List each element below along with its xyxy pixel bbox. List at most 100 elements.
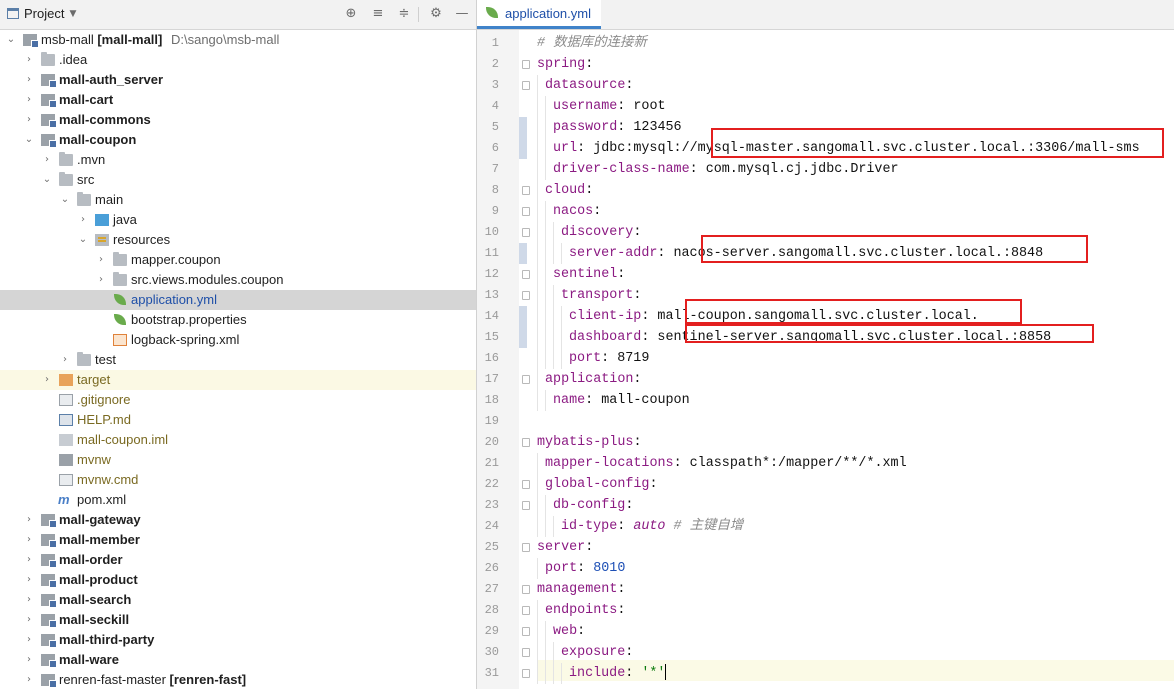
chevron-right-icon[interactable]: › [76, 210, 90, 230]
code-line[interactable]: sentinel: [537, 264, 625, 285]
chevron-right-icon[interactable]: › [22, 670, 36, 690]
tree-item-msb-mall[interactable]: ⌄ msb-mall [mall-mall] D:\sango\msb-mall [0, 30, 476, 50]
chevron-right-icon[interactable]: › [40, 370, 54, 390]
tree-item-src-views-modules-coupon[interactable]: › src.views.modules.coupon [0, 270, 476, 290]
chevron-right-icon[interactable]: › [94, 270, 108, 290]
fold-marker-icon[interactable] [521, 600, 530, 621]
fold-marker-icon[interactable] [521, 285, 530, 306]
minimize-icon[interactable]: — [454, 6, 470, 22]
tree-item-target[interactable]: › target [0, 370, 476, 390]
tree-item-bootstrap-properties[interactable]: bootstrap.properties [0, 310, 476, 330]
tree-item-logback-spring-xml[interactable]: logback-spring.xml [0, 330, 476, 350]
collapse-all-icon[interactable]: ≑ [396, 6, 412, 22]
tree-item-main[interactable]: ⌄ main [0, 190, 476, 210]
fold-marker-icon[interactable] [521, 474, 530, 495]
tree-item-mall-product[interactable]: › mall-product [0, 570, 476, 590]
chevron-right-icon[interactable]: › [22, 610, 36, 630]
fold-marker-icon[interactable] [521, 180, 530, 201]
code-line[interactable]: driver-class-name: com.mysql.cj.jdbc.Dri… [537, 159, 899, 180]
fold-marker-icon[interactable] [521, 663, 530, 684]
tree-item-gitignore[interactable]: .gitignore [0, 390, 476, 410]
tree-item-pom-xml[interactable]: m pom.xml [0, 490, 476, 510]
code-line[interactable]: id-type: auto # 主键自增 [537, 516, 743, 537]
tree-item-java[interactable]: › java [0, 210, 476, 230]
fold-marker-icon[interactable] [521, 222, 530, 243]
tree-item-renren-fast-master[interactable]: › renren-fast-master [renren-fast] [0, 670, 476, 690]
tree-item-idea[interactable]: › .idea [0, 50, 476, 70]
tree-item-mall-order[interactable]: › mall-order [0, 550, 476, 570]
code-line[interactable]: mybatis-plus: [537, 432, 641, 453]
fold-marker-icon[interactable] [521, 432, 530, 453]
chevron-right-icon[interactable]: › [22, 550, 36, 570]
chevron-down-icon[interactable]: ⌄ [22, 130, 36, 150]
code-line[interactable]: web: [537, 621, 585, 642]
code-line[interactable]: spring: [537, 54, 593, 75]
tree-item-resources[interactable]: ⌄ resources [0, 230, 476, 250]
tree-item-mvnw-cmd[interactable]: mvnw.cmd [0, 470, 476, 490]
code-line[interactable]: management: [537, 579, 625, 600]
chevron-right-icon[interactable]: › [22, 650, 36, 670]
code-line[interactable]: password: 123456 [537, 117, 682, 138]
fold-marker-icon[interactable] [521, 495, 530, 516]
chevron-right-icon[interactable]: › [22, 50, 36, 70]
chevron-right-icon[interactable]: › [22, 510, 36, 530]
project-view-selector[interactable]: Project ▼ [7, 6, 76, 21]
code-line[interactable]: # 数据库的连接新 [537, 33, 647, 54]
code-line[interactable]: datasource: [537, 75, 633, 96]
tree-item-mall-gateway[interactable]: › mall-gateway [0, 510, 476, 530]
tree-item-mvnw[interactable]: mvnw [0, 450, 476, 470]
fold-marker-icon[interactable] [521, 621, 530, 642]
code-line[interactable]: server: [537, 537, 593, 558]
code-line[interactable]: username: root [537, 96, 666, 117]
code-line[interactable]: transport: [537, 285, 641, 306]
code-line[interactable]: endpoints: [537, 600, 625, 621]
code-line[interactable]: name: mall-coupon [537, 390, 690, 411]
fold-marker-icon[interactable] [521, 264, 530, 285]
tree-item-mall-ware[interactable]: › mall-ware [0, 650, 476, 670]
code-line[interactable]: discovery: [537, 222, 641, 243]
code-line[interactable]: global-config: [537, 474, 658, 495]
code-line[interactable]: application: [537, 369, 641, 390]
code-line[interactable]: cloud: [537, 180, 593, 201]
fold-marker-icon[interactable] [521, 642, 530, 663]
code-line[interactable]: port: 8010 [537, 558, 625, 579]
chevron-right-icon[interactable]: › [22, 630, 36, 650]
fold-marker-icon[interactable] [521, 369, 530, 390]
tree-item-mall-coupon[interactable]: ⌄ mall-coupon [0, 130, 476, 150]
tree-item-test[interactable]: › test [0, 350, 476, 370]
tree-item-mall-commons[interactable]: › mall-commons [0, 110, 476, 130]
fold-marker-icon[interactable] [521, 201, 530, 222]
chevron-right-icon[interactable]: › [22, 530, 36, 550]
code-line[interactable]: include: '*' [537, 663, 667, 684]
chevron-down-icon[interactable]: ⌄ [4, 30, 18, 50]
tree-item-src[interactable]: ⌄ src [0, 170, 476, 190]
code-line[interactable]: db-config: [537, 495, 633, 516]
code-line[interactable]: nacos: [537, 201, 601, 222]
tab-application-yml[interactable]: application.yml [477, 0, 601, 29]
chevron-down-icon[interactable]: ⌄ [58, 190, 72, 210]
tree-item-mall-coupon-iml[interactable]: mall-coupon.iml [0, 430, 476, 450]
chevron-right-icon[interactable]: › [22, 570, 36, 590]
chevron-right-icon[interactable]: › [94, 250, 108, 270]
fold-marker-icon[interactable] [521, 537, 530, 558]
tree-item-mvn[interactable]: › .mvn [0, 150, 476, 170]
tree-item-help-md[interactable]: HELP.md [0, 410, 476, 430]
code-line[interactable]: mapper-locations: classpath*:/mapper/**/… [537, 453, 907, 474]
fold-marker-icon[interactable] [521, 75, 530, 96]
code-line[interactable]: port: 8719 [537, 348, 649, 369]
chevron-right-icon[interactable]: › [40, 150, 54, 170]
tree-item-mall-auth-server[interactable]: › mall-auth_server [0, 70, 476, 90]
code-line[interactable]: exposure: [537, 642, 633, 663]
chevron-down-icon[interactable]: ⌄ [76, 230, 90, 250]
tree-item-mapper-coupon[interactable]: › mapper.coupon [0, 250, 476, 270]
chevron-right-icon[interactable]: › [22, 110, 36, 130]
tree-item-mall-member[interactable]: › mall-member [0, 530, 476, 550]
tree-item-mall-cart[interactable]: › mall-cart [0, 90, 476, 110]
chevron-down-icon[interactable]: ⌄ [40, 170, 54, 190]
chevron-right-icon[interactable]: › [58, 350, 72, 370]
gear-icon[interactable]: ⚙ [428, 6, 444, 22]
tree-item-mall-seckill[interactable]: › mall-seckill [0, 610, 476, 630]
chevron-right-icon[interactable]: › [22, 70, 36, 90]
expand-all-icon[interactable]: ≡ [370, 6, 386, 22]
tree-item-application-yml[interactable]: application.yml [0, 290, 476, 310]
